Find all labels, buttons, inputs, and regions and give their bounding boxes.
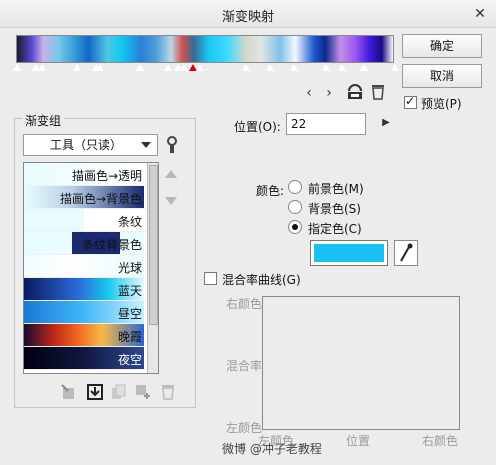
ok-button[interactable]: 确定	[402, 34, 482, 58]
gradient-stop[interactable]	[241, 64, 251, 72]
duplicate-icon	[112, 384, 126, 399]
eyedropper-button[interactable]	[394, 240, 418, 266]
position-increment-button[interactable]: ▶	[379, 117, 393, 128]
specified-color-label: 指定色(C)	[308, 222, 362, 236]
move-down-button[interactable]	[164, 194, 182, 212]
group-settings-button[interactable]	[164, 136, 182, 154]
import-icon	[87, 384, 103, 400]
list-item[interactable]: 蓝天	[24, 278, 158, 301]
watermark-text: 微博 @冲子老教程	[222, 442, 322, 456]
list-item[interactable]: 描画色→透明	[24, 163, 158, 186]
reverse-icon	[348, 84, 362, 99]
scroll-thumb[interactable]	[149, 165, 158, 325]
chevron-right-icon: ›	[326, 85, 332, 101]
gradient-stop[interactable]	[72, 64, 82, 72]
gradient-stop[interactable]	[163, 64, 173, 72]
triangle-right-icon: ▶	[382, 117, 390, 128]
curve-left-color-label: 左颜色	[226, 421, 263, 435]
list-item-label: 光球	[117, 261, 142, 275]
list-item-label: 描画色→透明	[71, 169, 142, 183]
close-icon: ✕	[474, 6, 486, 22]
add-gradient-button[interactable]	[134, 383, 152, 401]
reverse-gradient-button[interactable]	[346, 83, 364, 101]
list-item[interactable]: 晚霞	[24, 324, 158, 347]
trash-icon	[372, 85, 384, 100]
list-item-label: 晚霞	[117, 330, 142, 344]
blend-curve-label: 混合率曲线(G)	[222, 273, 301, 287]
color-swatch-button[interactable]	[310, 240, 388, 266]
list-item[interactable]: 描画色→背景色	[24, 186, 158, 209]
background-color-label: 背景色(S)	[308, 202, 361, 216]
gradient-list[interactable]: 描画色→透明 描画色→背景色 条纹 条纹背景色 光球 蓝天 昼空 晚霞 夜空	[23, 162, 159, 374]
specified-color-radio[interactable]	[288, 220, 302, 234]
next-stop-button[interactable]: ›	[322, 85, 336, 101]
list-item-label: 条纹背景色	[81, 238, 142, 252]
window-title: 渐变映射	[221, 10, 274, 25]
gradient-stop[interactable]	[195, 64, 205, 72]
chevron-left-icon: ‹	[306, 85, 312, 101]
foreground-color-label: 前景色(M)	[308, 182, 364, 196]
gradient-stop[interactable]	[37, 64, 47, 72]
new-gradient-button[interactable]	[60, 383, 78, 401]
curve-axis-right-label: 右颜色	[422, 434, 459, 448]
list-item[interactable]: 光球	[24, 255, 158, 278]
list-item-label: 蓝天	[117, 284, 142, 298]
curve-axis-position-label: 位置	[346, 434, 371, 448]
prev-stop-button[interactable]: ‹	[302, 85, 316, 101]
gradient-stop[interactable]	[179, 64, 189, 72]
title-bar: 渐变映射 ✕	[0, 0, 496, 28]
color-swatch	[314, 244, 384, 262]
preview-checkbox[interactable]	[404, 94, 417, 109]
gradient-stop[interactable]	[390, 64, 400, 72]
arrow-up-icon	[165, 170, 177, 178]
gradient-stop[interactable]	[359, 64, 369, 72]
trash-icon	[162, 385, 174, 400]
wrench-icon	[167, 136, 177, 153]
gradient-group-label: 渐变组	[22, 112, 65, 129]
gradient-stop[interactable]	[95, 64, 105, 72]
list-item-label: 条纹	[117, 215, 142, 229]
chevron-down-icon	[141, 142, 151, 148]
background-color-radio[interactable]	[288, 200, 302, 214]
add-icon	[136, 385, 150, 399]
curve-right-color-label: 右颜色	[226, 297, 263, 311]
cancel-button[interactable]: 取消	[402, 64, 482, 88]
list-item[interactable]: 昼空	[24, 301, 158, 324]
move-up-button[interactable]	[164, 168, 182, 186]
list-item-label: 夜空	[117, 353, 142, 367]
list-scrollbar[interactable]	[147, 163, 158, 373]
gradient-set-value: 工具（只读）	[50, 138, 123, 152]
gradient-stops	[12, 64, 400, 74]
new-icon	[61, 384, 74, 399]
close-button[interactable]: ✕	[468, 3, 492, 25]
gradient-stop[interactable]	[12, 64, 22, 72]
color-label: 颜色:	[256, 184, 285, 198]
preview-label: 预览(P)	[421, 97, 462, 111]
list-item[interactable]: 条纹背景色	[24, 232, 158, 255]
list-item[interactable]: 条纹	[24, 209, 158, 232]
gradient-preview-bar[interactable]	[16, 35, 394, 63]
blend-curve-graph	[262, 296, 460, 430]
list-item-label: 描画色→背景色	[59, 192, 142, 206]
gradient-stop[interactable]	[265, 64, 275, 72]
eyedropper-icon	[400, 243, 413, 262]
position-input[interactable]: 22	[286, 113, 366, 135]
import-gradient-button[interactable]	[86, 383, 104, 401]
delete-stop-button[interactable]	[370, 83, 388, 101]
list-item-label: 昼空	[117, 307, 142, 321]
duplicate-gradient-button[interactable]	[110, 383, 128, 401]
arrow-down-icon	[165, 197, 177, 205]
gradient-stop[interactable]	[337, 64, 347, 72]
gradient-stop[interactable]	[289, 64, 299, 72]
list-item[interactable]: 夜空	[24, 347, 158, 370]
delete-gradient-button[interactable]	[160, 383, 178, 401]
blend-curve-checkbox[interactable]	[204, 272, 217, 285]
gradient-stop[interactable]	[321, 64, 331, 72]
curve-mix-rate-label: 混合率	[226, 359, 263, 373]
gradient-set-select[interactable]: 工具（只读）	[23, 134, 158, 156]
position-label: 位置(O):	[234, 120, 281, 134]
foreground-color-radio[interactable]	[288, 180, 302, 194]
gradient-stop[interactable]	[135, 64, 145, 72]
